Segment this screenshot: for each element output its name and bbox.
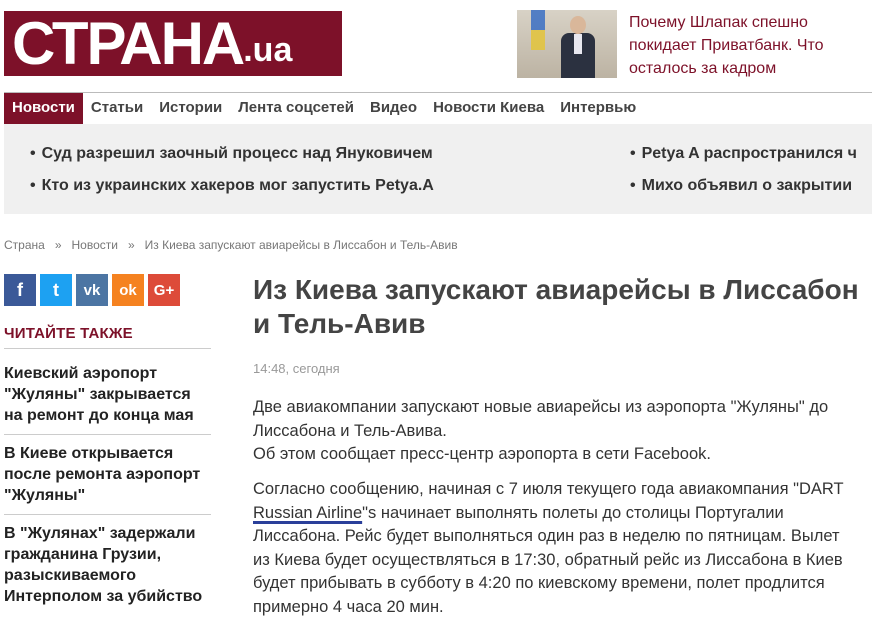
article-timestamp: 14:48, сегодня: [253, 361, 340, 376]
article-title: Из Киева запускают авиарейсы в Лиссабон …: [253, 274, 859, 339]
breadcrumb-separator: »: [127, 238, 135, 252]
breadcrumb-current: Из Киева запускают авиарейсы в Лиссабон …: [144, 238, 458, 252]
top-news-item[interactable]: • Кто из украинских хакеров мог запустить…: [30, 177, 434, 195]
twitter-icon[interactable]: t: [40, 274, 72, 306]
top-news-band: • Суд разрешил заочный процесс над Януков…: [4, 124, 872, 214]
article-text-line: Об этом сообщает пресс-центр аэропорта в…: [253, 445, 711, 463]
article-text-line: Две авиакомпании запускают новые авиарей…: [253, 398, 829, 440]
promo-image[interactable]: [517, 10, 617, 78]
highlighted-text: Russian Airline: [253, 503, 363, 522]
read-also-item[interactable]: Киевский аэропорт "Жуляны" закрывается н…: [4, 349, 211, 435]
flag-shape: [531, 10, 545, 50]
nav-item-stories[interactable]: Истории: [151, 93, 230, 124]
bullet-icon: •: [630, 145, 636, 162]
bullet-icon: •: [30, 177, 36, 194]
logo-main-text: СТРАНА: [12, 9, 245, 77]
read-also-heading: ЧИТАЙТЕ ТАКЖЕ: [4, 325, 211, 349]
top-news-item[interactable]: • Михо объявил о закрытии: [630, 177, 852, 195]
top-news-item[interactable]: • Petya A распространился ч: [630, 145, 857, 163]
odnoklassniki-icon[interactable]: ok: [112, 274, 144, 306]
breadcrumb: Страна » Новости » Из Киева запускают авиаре…: [4, 238, 458, 252]
nav-item-articles[interactable]: Статьи: [83, 93, 151, 124]
person-figure: [561, 16, 595, 78]
bullet-icon: •: [30, 145, 36, 162]
breadcrumb-home[interactable]: Страна: [4, 238, 45, 252]
breadcrumb-news[interactable]: Новости: [72, 238, 118, 252]
logo-suffix: .ua: [243, 31, 293, 69]
read-also-panel: ЧИТАЙТЕ ТАКЖЕ Киевский аэропорт "Жуляны"…: [4, 325, 211, 615]
nav-item-interview[interactable]: Интервью: [552, 93, 644, 124]
article-paragraph: Согласно сообщению, начиная с 7 июля тек…: [253, 478, 853, 619]
nav-item-social-feed[interactable]: Лента соцсетей: [230, 93, 362, 124]
read-also-item[interactable]: В Киеве открывается после ремонта аэропо…: [4, 435, 211, 515]
nav-item-video[interactable]: Видео: [362, 93, 425, 124]
nav-item-kyiv-news[interactable]: Новости Киева: [425, 93, 552, 124]
nav-item-news[interactable]: Новости: [4, 93, 83, 124]
breadcrumb-separator: »: [54, 238, 62, 252]
google-plus-icon[interactable]: G+: [148, 274, 180, 306]
promo-link[interactable]: Почему Шлапак спешно покидает Приватбанк…: [629, 11, 829, 80]
vk-icon[interactable]: vk: [76, 274, 108, 306]
facebook-icon[interactable]: f: [4, 274, 36, 306]
social-share-bar: f t vk ok G+: [4, 274, 180, 306]
bullet-icon: •: [630, 177, 636, 194]
article-text: Согласно сообщению, начиная с 7 июля тек…: [253, 480, 844, 498]
main-nav: Новости Статьи Истории Лента соцсетей Ви…: [4, 92, 872, 124]
top-news-item[interactable]: • Суд разрешил заочный процесс над Януков…: [30, 145, 433, 163]
article-paragraph: Две авиакомпании запускают новые авиарей…: [253, 396, 853, 467]
read-also-item[interactable]: В "Жулянах" задержали гражданина Грузии,…: [4, 515, 211, 615]
site-logo[interactable]: СТРАНА .ua: [4, 11, 342, 76]
